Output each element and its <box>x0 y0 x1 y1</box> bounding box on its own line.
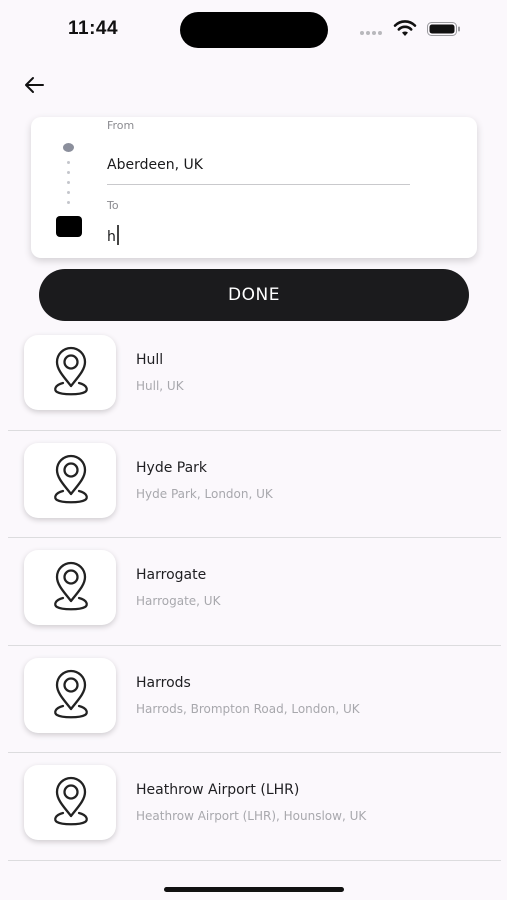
arrow-left-icon <box>25 77 44 93</box>
origin-dot-icon <box>63 143 74 152</box>
result-item-harrods[interactable]: Harrods Harrods, Brompton Road, London, … <box>8 646 501 753</box>
status-bar: 11:44 <box>0 0 507 60</box>
back-button[interactable] <box>20 70 50 100</box>
cellular-signal-icon <box>360 31 386 35</box>
result-title: Hyde Park <box>136 459 208 476</box>
to-input-value: h <box>107 229 116 245</box>
results-list: Hull Hull, UK Hyde Park Hyde Park, Londo… <box>8 323 501 861</box>
map-pin-icon <box>54 776 88 826</box>
result-title: Heathrow Airport (LHR) <box>136 782 300 798</box>
home-indicator[interactable] <box>164 887 344 892</box>
done-button[interactable]: DONE <box>39 269 469 321</box>
from-input[interactable] <box>107 145 410 185</box>
dynamic-island <box>180 12 328 48</box>
pin-tile <box>24 550 116 625</box>
route-card: From To h <box>31 117 477 258</box>
pin-tile <box>24 765 116 840</box>
pin-tile <box>24 335 116 410</box>
result-item-heathrow-airport[interactable]: Heathrow Airport (LHR) Heathrow Airport … <box>8 753 501 861</box>
result-subtitle: Harrods, Brompton Road, London, UK <box>136 701 360 716</box>
battery-icon <box>427 22 460 36</box>
result-title: Harrods <box>136 674 191 691</box>
pin-tile <box>24 657 116 733</box>
result-item-hull[interactable]: Hull Hull, UK <box>8 323 501 431</box>
status-time: 11:44 <box>68 18 119 39</box>
wifi-icon <box>393 20 417 36</box>
result-title: Hull <box>136 352 164 368</box>
result-item-hyde-park[interactable]: Hyde Park Hyde Park, London, UK <box>8 431 501 538</box>
map-pin-icon <box>54 561 88 611</box>
map-pin-icon <box>54 454 88 503</box>
result-subtitle: Hyde Park, London, UK <box>136 486 273 501</box>
destination-square-icon <box>56 216 82 237</box>
pin-tile <box>24 442 116 518</box>
result-subtitle: Harrogate, UK <box>136 594 221 608</box>
to-label: To <box>107 199 119 212</box>
result-subtitle: Heathrow Airport (LHR), Hounslow, UK <box>136 809 367 823</box>
map-pin-icon <box>54 346 88 396</box>
to-input[interactable]: h <box>107 225 410 251</box>
text-caret <box>116 225 119 245</box>
result-title: Harrogate <box>136 567 207 583</box>
route-dots <box>67 161 71 215</box>
from-label: From <box>107 119 135 132</box>
map-pin-icon <box>54 669 88 718</box>
result-subtitle: Hull, UK <box>136 379 184 393</box>
result-item-harrogate[interactable]: Harrogate Harrogate, UK <box>8 538 501 646</box>
